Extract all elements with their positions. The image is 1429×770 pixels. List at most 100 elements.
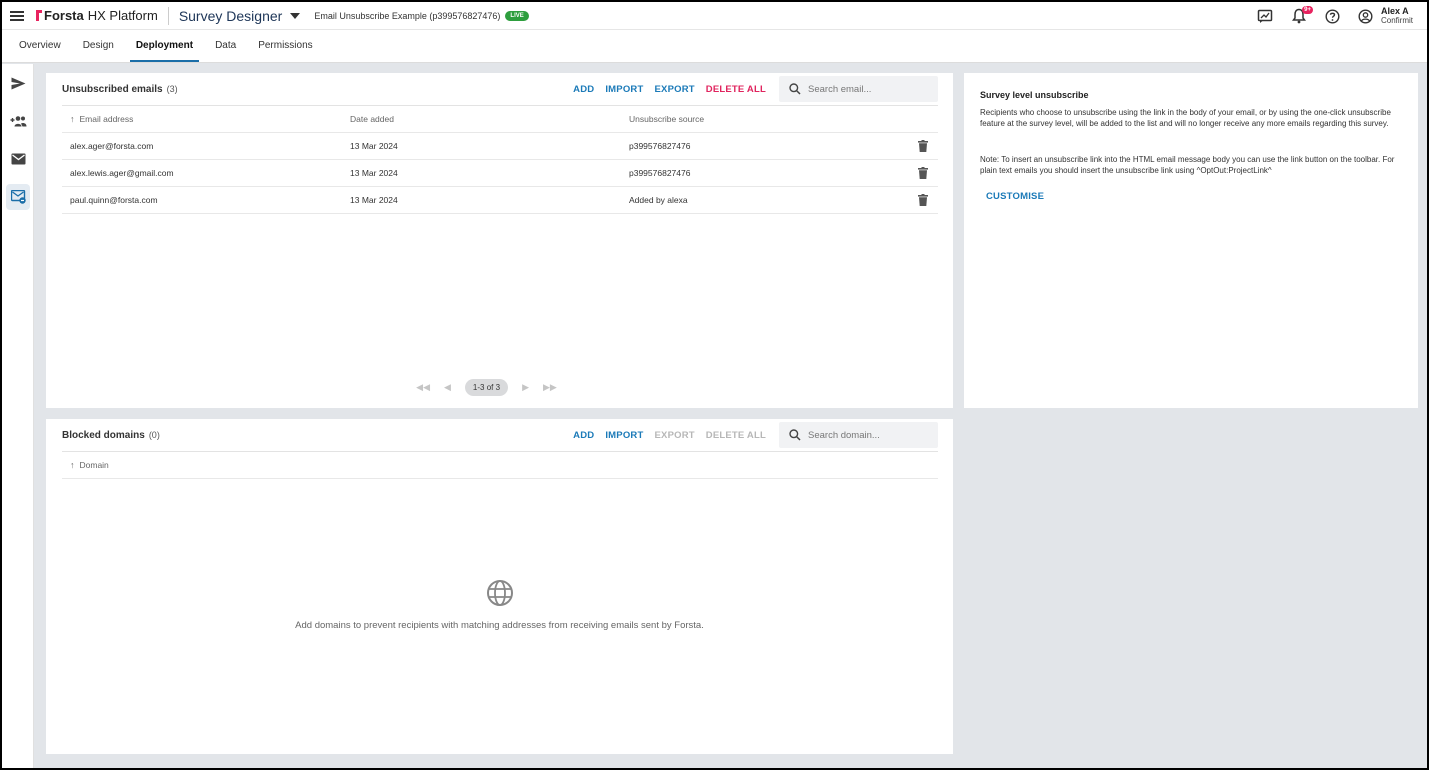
- prev-page-icon[interactable]: ◀: [444, 382, 451, 393]
- delete-icon[interactable]: [918, 140, 928, 152]
- export-email-button[interactable]: EXPORT: [655, 84, 695, 95]
- table-row: paul.quinn@forsta.com 13 Mar 2024 Added …: [62, 187, 938, 214]
- logo-brand: Forsta: [44, 8, 84, 23]
- live-badge: LIVE: [505, 10, 529, 21]
- sort-up-icon: ↑: [70, 114, 75, 124]
- app-switcher[interactable]: Survey Designer: [179, 8, 301, 24]
- domain-search-box: [779, 422, 938, 448]
- row-email: alex.ager@forsta.com: [70, 141, 154, 151]
- mail-icon: [11, 153, 25, 165]
- unsubscribed-title: Unsubscribed emails: [62, 83, 163, 95]
- globe-icon: [486, 580, 513, 606]
- row-source: Added by alexa: [629, 195, 688, 205]
- empty-state: Add domains to prevent recipients with m…: [46, 579, 953, 631]
- next-page-icon[interactable]: ▶: [522, 382, 529, 393]
- avatar-icon: [1358, 8, 1373, 24]
- email-search-input[interactable]: [808, 83, 928, 95]
- row-email: paul.quinn@forsta.com: [70, 195, 158, 205]
- mail-block-icon: [10, 190, 26, 204]
- pager-label: 1-3 of 3: [464, 379, 509, 396]
- left-rail: [2, 64, 34, 768]
- add-email-button[interactable]: ADD: [573, 84, 594, 95]
- user-info: Alex A Confirmit: [1381, 6, 1413, 26]
- customise-button[interactable]: CUSTOMISE: [986, 191, 1044, 202]
- unsubscribed-header: Unsubscribed emails (3) ADD IMPORT EXPOR…: [62, 73, 938, 106]
- column-date[interactable]: Date added: [341, 114, 620, 124]
- tab-bar: Overview Design Deployment Data Permissi…: [2, 30, 1427, 63]
- import-email-button[interactable]: IMPORT: [605, 84, 643, 95]
- project-name: Email Unsubscribe Example (p399576827476…: [314, 10, 501, 21]
- info-note: Note: To insert an unsubscribe link into…: [980, 155, 1395, 175]
- unsubscribed-table: ↑ Email address Date added Unsubscribe so…: [62, 106, 938, 214]
- sort-up-icon: ↑: [70, 460, 75, 470]
- top-bar: Forsta HX Platform Survey Designer Email…: [2, 2, 1427, 30]
- column-source[interactable]: Unsubscribe source: [620, 114, 908, 124]
- send-icon: [11, 77, 25, 89]
- pagination: ◀◀ ◀ 1-3 of 3 ▶ ▶▶: [46, 379, 953, 396]
- survey-unsubscribe-panel: Survey level unsubscribe Recipients who …: [964, 73, 1418, 408]
- user-org: Confirmit: [1380, 16, 1413, 25]
- row-date: 13 Mar 2024: [350, 168, 398, 178]
- forsta-logo-icon: [36, 10, 42, 21]
- rail-active-highlight: [6, 184, 30, 210]
- email-search-box: [779, 76, 938, 102]
- help-icon[interactable]: [1324, 7, 1342, 25]
- import-domain-button[interactable]: IMPORT: [605, 430, 643, 441]
- rail-send[interactable]: [2, 64, 34, 102]
- caret-down-icon: [290, 12, 301, 19]
- blocked-header: Blocked domains (0) ADD IMPORT EXPORT DE…: [62, 419, 938, 452]
- user-menu[interactable]: Alex A Confirmit: [1358, 6, 1413, 26]
- user-name: Alex A: [1380, 6, 1409, 16]
- export-domain-button: EXPORT: [654, 429, 695, 441]
- rail-respondents[interactable]: [2, 102, 34, 140]
- row-source: p399576827476: [629, 168, 691, 178]
- tab-overview[interactable]: Overview: [13, 30, 67, 62]
- info-title: Survey level unsubscribe: [980, 90, 1089, 100]
- tab-permissions[interactable]: Permissions: [252, 30, 318, 62]
- add-domain-button[interactable]: ADD: [573, 430, 594, 441]
- blocked-actions: ADD IMPORT EXPORT DELETE ALL: [573, 422, 938, 448]
- column-domain[interactable]: ↑ Domain: [62, 460, 341, 470]
- column-email-label: Email address: [79, 114, 134, 124]
- menu-icon[interactable]: [10, 10, 24, 21]
- domain-search-input[interactable]: [808, 429, 928, 441]
- delete-all-emails-button[interactable]: DELETE ALL: [706, 84, 766, 95]
- row-source: p399576827476: [629, 141, 691, 151]
- empty-state-text: Add domains to prevent recipients with m…: [295, 620, 704, 631]
- first-page-icon[interactable]: ◀◀: [416, 382, 430, 393]
- rail-email[interactable]: [2, 140, 34, 178]
- table-row: alex.ager@forsta.com 13 Mar 2024 p399576…: [62, 133, 938, 160]
- notifications-icon[interactable]: 9+: [1290, 6, 1313, 25]
- unsubscribed-panel: Unsubscribed emails (3) ADD IMPORT EXPOR…: [46, 73, 953, 408]
- unsubscribed-count: (3): [166, 84, 178, 94]
- row-email: alex.lewis.ager@gmail.com: [70, 168, 174, 178]
- feedback-icon[interactable]: [1256, 7, 1274, 25]
- header-divider: [167, 6, 169, 25]
- add-people-icon: [10, 116, 26, 127]
- header-actions: 9+ Alex A Confirmit: [1256, 2, 1413, 30]
- rail-unsubscribe[interactable]: [2, 178, 34, 216]
- tab-design[interactable]: Design: [77, 30, 120, 62]
- notifications-badge: 9+: [1302, 6, 1313, 14]
- search-icon: [789, 429, 801, 441]
- last-page-icon[interactable]: ▶▶: [543, 382, 557, 393]
- column-email[interactable]: ↑ Email address: [62, 114, 341, 124]
- row-date: 13 Mar 2024: [350, 141, 398, 151]
- table-row: alex.lewis.ager@gmail.com 13 Mar 2024 p3…: [62, 160, 938, 187]
- logo-product: HX Platform: [87, 8, 158, 23]
- tab-data[interactable]: Data: [209, 30, 242, 62]
- info-paragraph: Recipients who choose to unsubscribe usi…: [980, 108, 1391, 128]
- row-date: 13 Mar 2024: [350, 195, 398, 205]
- blocked-count: (0): [148, 430, 160, 440]
- delete-all-domains-button: DELETE ALL: [705, 429, 766, 441]
- delete-icon[interactable]: [918, 167, 928, 179]
- blocked-title: Blocked domains: [62, 429, 145, 441]
- app-title: Survey Designer: [178, 7, 283, 24]
- delete-icon[interactable]: [918, 194, 928, 206]
- unsubscribed-actions: ADD IMPORT EXPORT DELETE ALL: [573, 76, 938, 102]
- blocked-domains-panel: Blocked domains (0) ADD IMPORT EXPORT DE…: [46, 419, 953, 754]
- tab-deployment[interactable]: Deployment: [129, 30, 200, 62]
- column-domain-label: Domain: [79, 460, 109, 470]
- search-icon: [789, 83, 801, 95]
- logo: Forsta HX Platform: [36, 8, 158, 23]
